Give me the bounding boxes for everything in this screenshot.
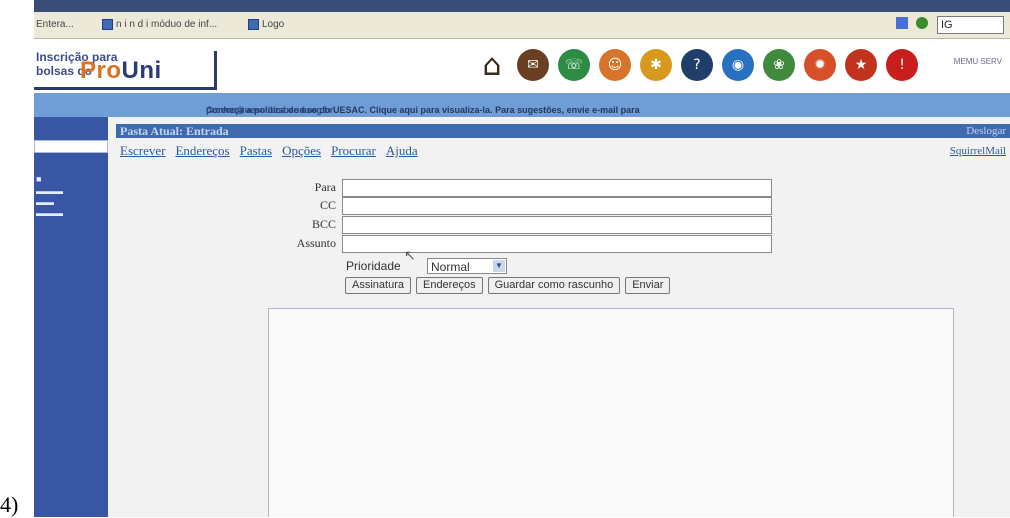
mail-menu: Escrever Endereços Pastas Opções Procura… [120,143,418,159]
bookmark-item[interactable]: n i n d i móduo de inf... [102,19,217,30]
chevron-down-icon[interactable]: ▼ [493,260,505,272]
star-icon[interactable]: ★ [845,49,877,81]
sidebar-text: ▬▬▬ [36,186,63,196]
message-body-textarea[interactable] [268,308,954,517]
bookmark-label: Logo [262,19,285,30]
bookmark-label: Entera... [36,19,74,30]
menu-compose[interactable]: Escrever [120,143,165,159]
cc-field[interactable] [342,197,772,215]
menu-folders[interactable]: Pastas [240,143,273,159]
sidebar-field[interactable] [34,140,108,153]
webmail-content: Pasta Atual: Entrada Deslogar Escrever E… [108,117,1010,517]
priority-value: Normal [431,260,470,274]
sidebar-text: ▬▬▬ [36,208,63,218]
bookmark-label: n i n d i móduo de inf... [116,19,218,30]
user-label: MEMU SERV [953,57,1002,66]
bookmark-item[interactable]: Entera... [36,19,74,30]
send-button[interactable]: Enviar [625,277,671,294]
menu-options[interactable]: Opções [282,143,321,159]
menu-addresses[interactable]: Endereços [175,143,229,159]
squirrelmail-link[interactable]: SquirrelMail [950,145,1006,157]
logo-brand: ProUni [80,57,162,84]
mouse-cursor-icon: ↖ [404,249,416,264]
menu-search[interactable]: Procurar [331,143,376,159]
to-label: Para [314,180,336,194]
globe-icon[interactable]: ☏ [558,49,590,81]
search-go-icon[interactable] [916,17,928,29]
subject-label: Assunto [296,236,336,250]
policy-email[interactable]: prosoc@uesc.uesbeud.org.br [206,105,333,115]
help-icon[interactable]: ? [681,49,713,81]
compose-buttons: Assinatura Endereços Guardar como rascun… [345,277,671,294]
search-input[interactable]: IG [937,16,1004,34]
menu-help[interactable]: Ajuda [386,143,418,159]
people-icon[interactable]: ✱ [640,49,672,81]
search-engine-icon[interactable] [896,17,908,29]
world-icon[interactable]: ◉ [722,49,754,81]
cc-label: CC [319,198,336,212]
nav-icons: ⌂ ✉ ☏ ☺ ✱ ? ◉ ❀ ✹ ★ ! [476,48,918,83]
alert-icon[interactable]: ! [886,49,918,81]
photo-caption: 4) [0,492,19,517]
sidebar-text: ▬▬ [36,197,54,207]
priority-label: Prioridade [346,259,401,273]
leaf-icon[interactable]: ❀ [763,49,795,81]
smile-icon[interactable]: ☺ [599,49,631,81]
bookmark-item[interactable]: Logo [248,19,284,30]
bcc-label: BCC [311,217,336,231]
addresses-button[interactable]: Endereços [415,277,483,294]
fire-icon[interactable]: ✹ [804,49,836,81]
sidebar: ■ ▬▬▬ ▬▬ ▬▬▬ [34,117,108,517]
site-header: Inscrição para bolsas do ProUni ⌂ ✉ ☏ ☺ … [34,39,1010,93]
browser-window: Entera... n i n d i móduo de inf... Logo… [34,0,1010,517]
folder-bar: Pasta Atual: Entrada Deslogar [116,124,1010,138]
chat-icon[interactable]: ✉ [517,49,549,81]
to-field[interactable] [342,179,772,197]
save-draft-button[interactable]: Guardar como rascunho [487,277,621,294]
priority-select[interactable]: Normal ▼ [427,258,507,274]
page-icon [102,19,113,30]
policy-bar[interactable]: Conheça a política de uso do UESAC. Cliq… [34,93,1010,117]
home-icon[interactable]: ⌂ [476,48,508,83]
bookmarks-bar: Entera... n i n d i móduo de inf... Logo… [34,12,1010,39]
logout-link[interactable]: Deslogar [966,125,1006,137]
sidebar-text: ■ [36,174,42,184]
current-folder-title: Pasta Atual: Entrada [120,124,229,138]
prouni-logo[interactable]: Inscrição para bolsas do ProUni [34,51,217,90]
signature-button[interactable]: Assinatura [345,277,411,294]
page-icon [248,19,259,30]
bcc-field[interactable] [342,216,772,234]
